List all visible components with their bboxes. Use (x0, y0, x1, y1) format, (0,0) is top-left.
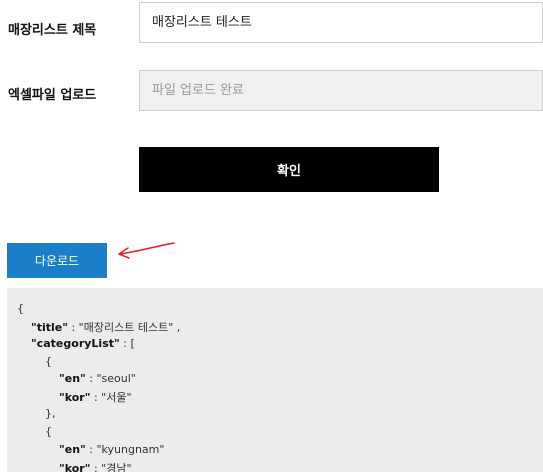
json-line: "categoryList" : [ (31, 337, 135, 350)
json-value: : "kyungnam" (85, 443, 165, 456)
json-value: : "서울" (90, 391, 132, 404)
json-key: "kor" (59, 462, 91, 472)
json-text: { (17, 302, 24, 315)
json-value: : "매장리스트 테스트" , (67, 321, 181, 334)
json-line: "kor" : "서울" (59, 389, 132, 405)
json-line: }, (45, 407, 56, 420)
json-key: "title" (31, 321, 68, 334)
json-text: { (45, 425, 52, 438)
confirm-button[interactable]: 확인 (139, 147, 439, 192)
json-value: : "경남" (90, 462, 132, 472)
json-line: { (45, 425, 52, 438)
json-line: "kor" : "경남" (59, 460, 132, 472)
json-key: "kor" (59, 391, 91, 404)
json-line: "title" : "매장리스트 테스트" , (31, 319, 180, 335)
json-value: : "seoul" (85, 372, 136, 385)
json-line: "en" : "kyungnam" (59, 443, 164, 456)
download-button[interactable]: 다운로드 (7, 243, 107, 278)
json-line: { (17, 302, 24, 315)
title-input[interactable]: 매장리스트 테스트 (139, 2, 543, 43)
json-key: "en" (59, 443, 86, 456)
excel-upload-field: 파일 업로드 완료 (139, 70, 543, 111)
json-key: "en" (59, 372, 86, 385)
annotation-arrow-icon (118, 242, 175, 259)
json-text: { (45, 355, 52, 368)
json-key: "categoryList" (31, 337, 120, 350)
json-text: }, (45, 407, 56, 420)
json-preview-panel: { "title" : "매장리스트 테스트" , "categoryList"… (7, 288, 543, 472)
json-line: { (45, 355, 52, 368)
json-value: : [ (119, 337, 135, 350)
title-label: 매장리스트 제목 (8, 23, 97, 38)
excel-upload-label: 엑셀파일 업로드 (8, 88, 97, 103)
json-line: "en" : "seoul" (59, 372, 136, 385)
